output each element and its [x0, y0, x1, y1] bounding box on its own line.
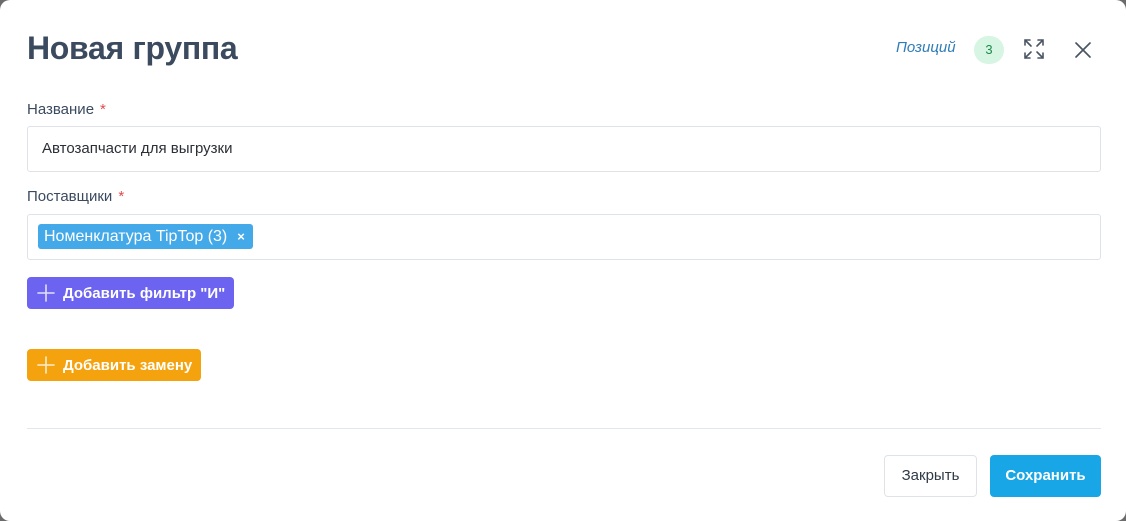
save-button[interactable]: Сохранить [990, 455, 1101, 497]
tag-remove-icon[interactable]: × [237, 224, 245, 249]
add-and-filter-button[interactable]: Добавить фильтр "И" [27, 277, 235, 309]
required-mark: * [118, 188, 125, 205]
modal-header: Новая группа Позиций 3 [27, 28, 1101, 72]
suppliers-multiselect[interactable]: Номенклатура TipTop (3) × [27, 214, 1101, 260]
add-replacement-label: Добавить замену [63, 356, 193, 374]
expand-icon[interactable] [1023, 38, 1045, 60]
positions-count-badge: 3 [974, 36, 1004, 64]
positions-label: Позиций [896, 39, 956, 56]
close-icon[interactable] [1073, 40, 1093, 60]
name-input[interactable]: Автозапчасти для выгрузки [27, 126, 1101, 172]
footer-divider [27, 428, 1101, 429]
add-replacement-button[interactable]: Добавить замену [27, 349, 202, 381]
suppliers-field-label: Поставщики * [27, 188, 124, 205]
new-group-modal: Новая группа Позиций 3 Название * Автозап… [0, 0, 1126, 521]
supplier-tag-label: Номенклатура TipTop (3) [44, 228, 228, 245]
add-and-filter-label: Добавить фильтр "И" [63, 284, 226, 302]
plus-icon [37, 284, 55, 302]
close-button[interactable]: Закрыть [884, 455, 977, 497]
name-label-text: Название [27, 101, 95, 118]
supplier-tag: Номенклатура TipTop (3) × [38, 224, 253, 249]
required-mark: * [100, 101, 106, 118]
plus-icon [37, 356, 55, 374]
modal-title: Новая группа [27, 30, 238, 66]
name-field-label: Название * [27, 101, 106, 118]
suppliers-label-text: Поставщики [27, 188, 113, 205]
